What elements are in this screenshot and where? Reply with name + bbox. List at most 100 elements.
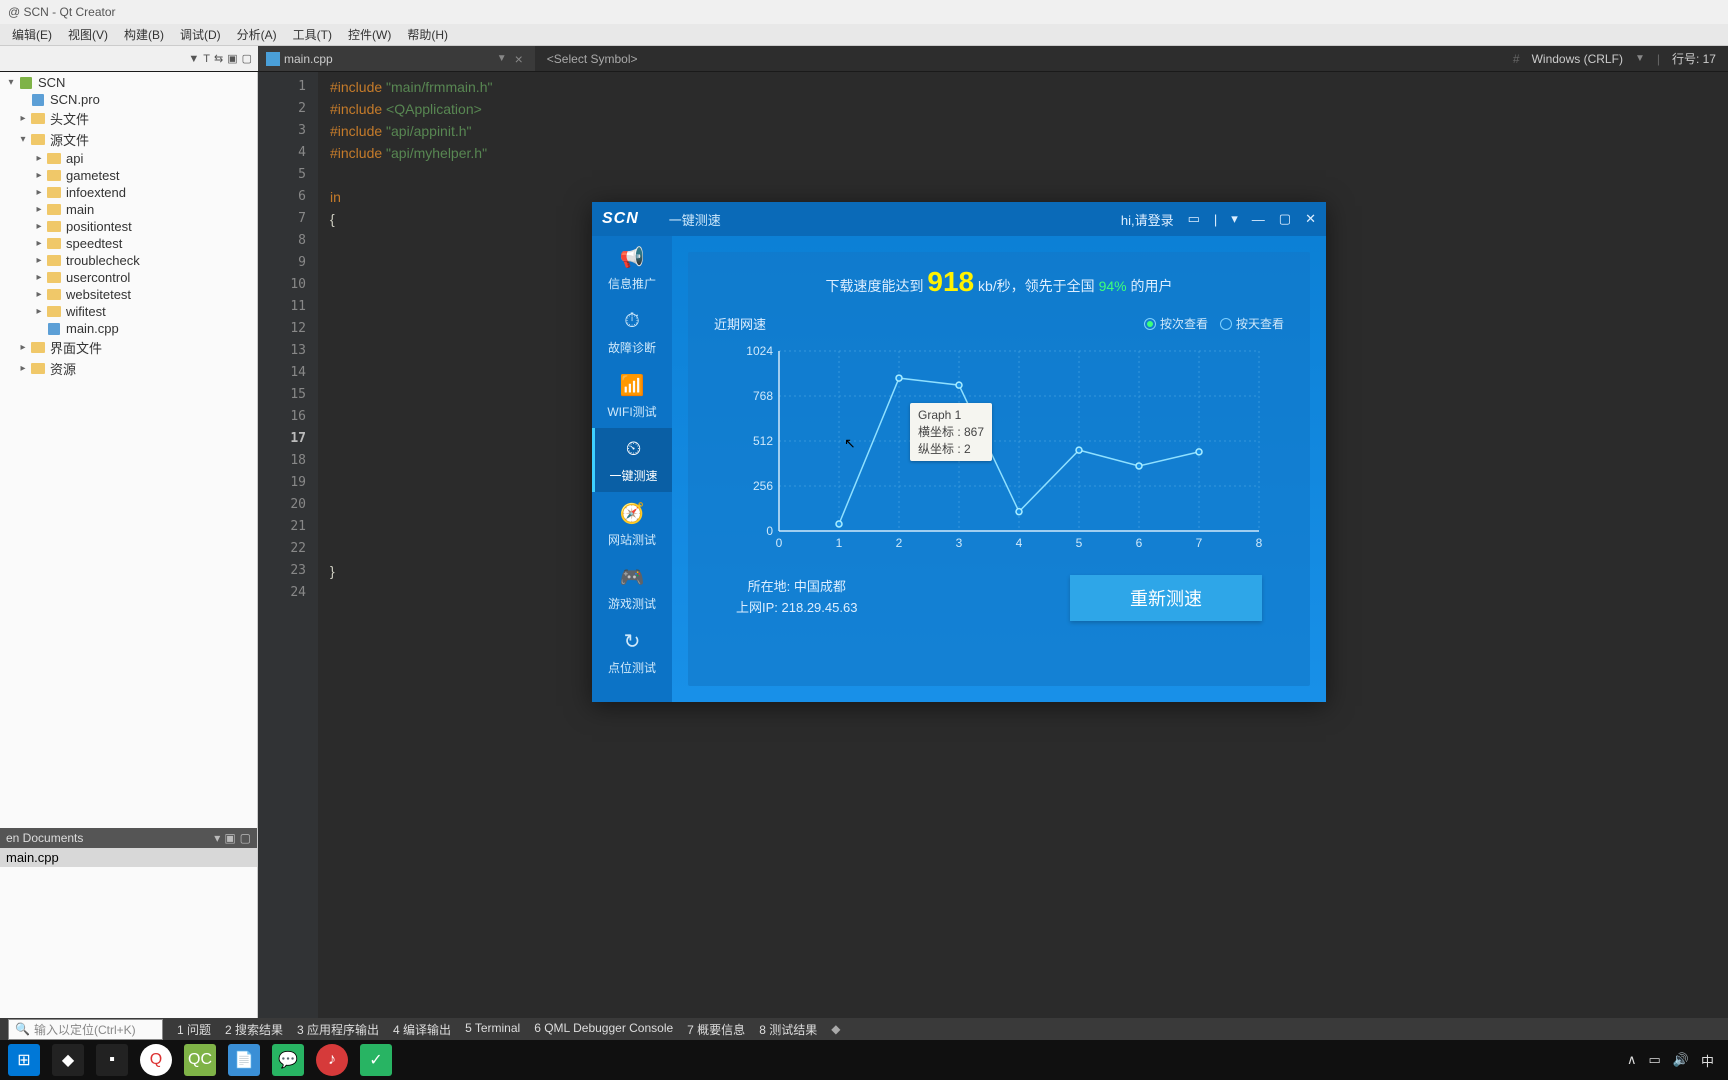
app-sidebar-item[interactable]: ⏱故障诊断 [592, 300, 672, 364]
file-tab-maincpp[interactable]: main.cpp ▼ × [258, 46, 535, 71]
chevron-down-icon[interactable]: ▼ [337, 53, 507, 64]
output-tab[interactable]: 7 概要信息 [687, 1021, 745, 1038]
task-icon[interactable]: Q [140, 1044, 172, 1076]
tree-item[interactable]: ▾SCN [0, 74, 257, 91]
close-panel-icon[interactable]: ▢ [240, 831, 251, 845]
task-icon[interactable]: 📄 [228, 1044, 260, 1076]
tree-item[interactable]: ▸usercontrol [0, 269, 257, 286]
menu-item[interactable]: 视图(V) [60, 24, 116, 45]
speed-chart: 02565127681024012345678 Graph 1 横坐标 : 86… [714, 341, 1284, 561]
ime-indicator[interactable]: 中 [1701, 1051, 1714, 1070]
chevron-down-icon[interactable]: ▾ [214, 831, 220, 845]
tray-chevron-icon[interactable]: ∧ [1627, 1052, 1637, 1068]
locator-input[interactable]: 🔍 输入以定位(Ctrl+K) [8, 1019, 163, 1040]
app-sidebar-item[interactable]: ↻点位测试 [592, 620, 672, 684]
app-sidebar-item[interactable]: ⏲一键测速 [592, 428, 672, 492]
close-panel-icon[interactable]: ▢ [242, 52, 252, 65]
task-icon[interactable]: ⊞ [8, 1044, 40, 1076]
menu-item[interactable]: 构建(B) [116, 24, 172, 45]
tree-item[interactable]: SCN.pro [0, 91, 257, 108]
menu-item[interactable]: 调试(D) [172, 24, 229, 45]
minimize-icon[interactable]: — [1252, 212, 1265, 227]
line-gutter: 123456789101112131415161718192021222324 [258, 72, 318, 1018]
symbol-selector[interactable]: <Select Symbol> [547, 52, 638, 66]
radio-by-time[interactable]: 按次查看 [1144, 315, 1208, 332]
menu-item[interactable]: 编辑(E) [4, 24, 60, 45]
line-number: 4 [258, 142, 318, 164]
tree-item[interactable]: ▸界面文件 [0, 337, 257, 358]
task-icon[interactable]: ◆ [52, 1044, 84, 1076]
sidebar-icon: 📶 [619, 373, 645, 399]
output-tab[interactable]: 1 问题 [177, 1021, 211, 1038]
tree-item[interactable]: ▸wifitest [0, 303, 257, 320]
tree-item[interactable]: ▸头文件 [0, 108, 257, 129]
filter-icon[interactable]: T [203, 53, 210, 65]
tree-item[interactable]: ▾源文件 [0, 129, 257, 150]
menu-item[interactable]: 分析(A) [229, 24, 285, 45]
action-center-icon[interactable]: ▭ [1649, 1052, 1661, 1068]
tree-label: positiontest [66, 219, 132, 234]
line-number: 17 [258, 428, 318, 450]
tree-item[interactable]: ▸main [0, 201, 257, 218]
code-line[interactable]: #include "api/myhelper.h" [318, 142, 1728, 164]
app-logo: SCN [602, 210, 639, 228]
app-sidebar-item[interactable]: 📶WIFI测试 [592, 364, 672, 428]
taskbar: ⊞ ◆ ▪ Q QC 📄 💬 ♪ ✓ ∧ ▭ 🔊 中 [0, 1040, 1728, 1080]
tree-item[interactable]: ▸api [0, 150, 257, 167]
maximize-icon[interactable]: ▢ [1279, 211, 1291, 227]
chevron-down-icon[interactable]: ▼ [1635, 53, 1645, 64]
task-icon[interactable]: ▪ [96, 1044, 128, 1076]
tree-item[interactable]: ▸speedtest [0, 235, 257, 252]
task-icon[interactable]: ♪ [316, 1044, 348, 1076]
login-link[interactable]: hi,请登录 [1121, 210, 1174, 229]
tree-item[interactable]: ▸troublecheck [0, 252, 257, 269]
menu-item[interactable]: 控件(W) [340, 24, 399, 45]
tree-item[interactable]: ▸infoextend [0, 184, 257, 201]
radio-by-day[interactable]: 按天查看 [1220, 315, 1284, 332]
menu-item[interactable]: 帮助(H) [399, 24, 456, 45]
tree-arrow-icon: ▸ [16, 342, 30, 353]
output-tab[interactable]: 8 测试结果 [759, 1021, 817, 1038]
output-tab[interactable]: 6 QML Debugger Console [534, 1021, 673, 1038]
app-sidebar-item[interactable]: 🎮游戏测试 [592, 556, 672, 620]
task-icon[interactable]: QC [184, 1044, 216, 1076]
open-doc-item[interactable]: main.cpp [0, 848, 257, 867]
filter-icon[interactable]: ▼ [188, 53, 199, 65]
tree-label: gametest [66, 168, 119, 183]
output-tab[interactable]: 2 搜索结果 [225, 1021, 283, 1038]
retest-button[interactable]: 重新测速 [1070, 575, 1262, 621]
output-menu-icon[interactable]: ◆ [831, 1022, 840, 1036]
rank-pct: 94% [1099, 278, 1127, 294]
menu-item[interactable]: 工具(T) [285, 24, 340, 45]
tree-item[interactable]: ▸websitetest [0, 286, 257, 303]
tree-item[interactable]: ▸资源 [0, 358, 257, 379]
code-editor[interactable]: 123456789101112131415161718192021222324 … [258, 72, 1728, 1018]
output-tab[interactable]: 5 Terminal [465, 1021, 520, 1038]
output-tab[interactable]: 4 编译输出 [393, 1021, 451, 1038]
line-number: 1 [258, 76, 318, 98]
app-titlebar[interactable]: SCN 一键测速 hi,请登录 ▭ | ▾ — ▢ ✕ [592, 202, 1326, 236]
line-ending[interactable]: Windows (CRLF) [1532, 52, 1623, 66]
code-line[interactable] [318, 164, 1728, 186]
feedback-icon[interactable]: ▭ [1188, 211, 1200, 227]
close-icon[interactable]: ✕ [1305, 211, 1316, 227]
svg-text:0: 0 [776, 536, 783, 550]
close-icon[interactable]: × [511, 51, 527, 67]
code-line[interactable]: #include <QApplication> [318, 98, 1728, 120]
task-icon[interactable]: ✓ [360, 1044, 392, 1076]
split-icon[interactable]: ▣ [224, 831, 235, 845]
task-icon[interactable]: 💬 [272, 1044, 304, 1076]
output-tab[interactable]: 3 应用程序输出 [297, 1021, 379, 1038]
tree-item[interactable]: ▸positiontest [0, 218, 257, 235]
sync-icon[interactable]: ⇆ [214, 52, 223, 65]
code-line[interactable]: #include "api/appinit.h" [318, 120, 1728, 142]
app-sidebar-item[interactable]: 📢信息推广 [592, 236, 672, 300]
code-line[interactable]: #include "main/frmmain.h" [318, 76, 1728, 98]
tree-item[interactable]: main.cpp [0, 320, 257, 337]
split-icon[interactable]: ▣ [227, 52, 237, 65]
svg-text:0: 0 [766, 524, 773, 538]
tree-item[interactable]: ▸gametest [0, 167, 257, 184]
app-sidebar-item[interactable]: 🧭网站测试 [592, 492, 672, 556]
volume-icon[interactable]: 🔊 [1673, 1052, 1689, 1068]
menu-dropdown-icon[interactable]: ▾ [1231, 211, 1238, 227]
